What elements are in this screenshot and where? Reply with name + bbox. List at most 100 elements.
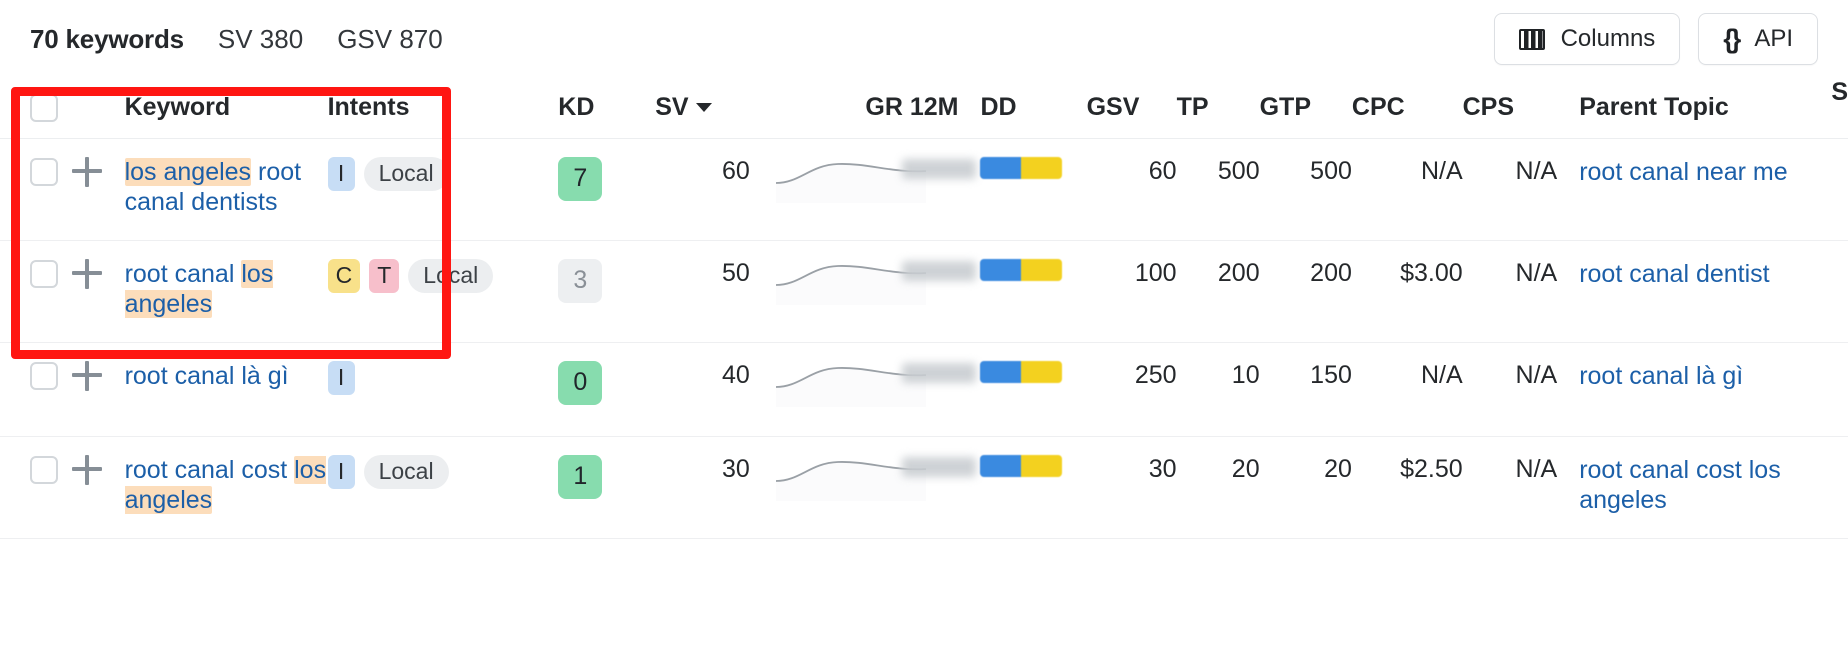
add-keyword-icon[interactable]: [71, 360, 102, 391]
add-keyword-icon[interactable]: [71, 454, 102, 485]
intent-chip-informational[interactable]: I: [327, 454, 355, 489]
header-dd[interactable]: DD: [980, 78, 1087, 139]
keyword-cell: los angeles root canal dentists: [124, 138, 328, 241]
intent-chip-local[interactable]: Local: [363, 156, 449, 191]
tp-cell: 10: [1176, 342, 1260, 437]
keyword-link[interactable]: los angeles root canal dentists: [124, 157, 301, 216]
gsv-summary: GSV 870: [337, 23, 443, 54]
intent-chip-informational[interactable]: I: [327, 156, 355, 191]
kd-badge: 1: [558, 454, 603, 499]
gr12m-blurred-value: [902, 456, 977, 477]
intent-chip-commercial[interactable]: C: [327, 258, 361, 293]
cpc-cell: N/A: [1351, 138, 1463, 241]
truncated-cell: [1801, 436, 1848, 539]
row-checkbox[interactable]: [30, 157, 58, 186]
header-gr12m[interactable]: GR 12M: [749, 78, 981, 139]
kd-cell: 1: [558, 436, 656, 539]
keywords-count: 70 keywords: [30, 23, 184, 54]
add-keyword-icon[interactable]: [71, 156, 102, 187]
keyword-link[interactable]: root canal cost los angeles: [124, 455, 327, 514]
table-toolbar: 70 keywords SV 380 GSV 870 Columns {} AP…: [0, 0, 1848, 78]
table-row[interactable]: root canal là gì I 0 40 250 10 150 N/A N/A root c…: [0, 342, 1848, 437]
api-button[interactable]: {} API: [1698, 13, 1818, 65]
cps-cell: N/A: [1462, 138, 1558, 241]
gr12m-blurred-value: [902, 362, 977, 383]
gsv-cell: 30: [1086, 436, 1177, 539]
parent-topic-link[interactable]: root canal cost los angeles: [1579, 456, 1781, 515]
header-truncated-label: S: [1831, 78, 1848, 106]
table-row[interactable]: root canal los angeles C T Local 3 50 100 200 20…: [0, 240, 1848, 343]
row-select-cell: [0, 436, 72, 539]
header-parent-topic[interactable]: Parent Topic: [1557, 78, 1802, 139]
keyword-link[interactable]: root canal là gì: [125, 362, 289, 390]
header-cpc[interactable]: CPC: [1351, 78, 1463, 139]
sv-cell: 60: [655, 138, 750, 241]
header-kd[interactable]: KD: [558, 78, 656, 139]
caret-down-icon: [695, 103, 712, 113]
gr12m-sparkline: [750, 455, 926, 501]
header-gsv[interactable]: GSV: [1086, 78, 1177, 139]
header-truncated: S: [1801, 78, 1848, 139]
header-intents[interactable]: Intents: [327, 78, 559, 139]
gr12m-sparkline: [750, 361, 926, 407]
header-tp[interactable]: TP: [1176, 78, 1260, 139]
table-body: los angeles root canal dentists I Local 7 60…: [0, 138, 1848, 539]
gtp-cell: 150: [1259, 342, 1352, 437]
toolbar-actions: Columns {} API: [1493, 13, 1818, 65]
parent-topic-link[interactable]: root canal near me: [1579, 158, 1787, 186]
keyword-cell: root canal cost los angeles: [124, 436, 328, 539]
tp-cell: 20: [1176, 436, 1260, 539]
intent-chip-transactional[interactable]: T: [369, 258, 400, 293]
truncated-cell: [1801, 138, 1848, 241]
gsv-cell: 100: [1086, 240, 1177, 343]
header-sv[interactable]: SV: [655, 78, 750, 139]
dd-bar-blue-segment: [980, 258, 1022, 281]
add-keyword-icon[interactable]: [71, 258, 102, 289]
intents-cell: I Local: [327, 138, 559, 241]
intent-chip-local[interactable]: Local: [363, 454, 449, 489]
parent-topic-link[interactable]: root canal là gì: [1579, 362, 1743, 390]
row-select-cell: [0, 342, 72, 437]
parent-topic-link[interactable]: root canal dentist: [1579, 260, 1769, 288]
intent-chip-group: I: [327, 360, 559, 395]
dd-bar: [980, 454, 1063, 477]
parent-topic-cell: root canal dentist: [1557, 240, 1802, 343]
table-row[interactable]: root canal cost los angeles I Local 1 30 30 20…: [0, 436, 1848, 539]
sv-cell: 30: [655, 436, 750, 539]
cps-cell: N/A: [1462, 240, 1558, 343]
gr12m-cell: [749, 240, 981, 343]
intent-chip-local[interactable]: Local: [408, 258, 494, 293]
select-all-checkbox[interactable]: [30, 93, 58, 122]
header-keyword[interactable]: Keyword: [124, 78, 328, 139]
row-expand-cell: [71, 342, 125, 437]
header-sv-label: SV: [655, 92, 689, 121]
dd-bar-blue-segment: [980, 454, 1022, 477]
sv-cell: 50: [655, 240, 750, 343]
gr12m-cell: [749, 138, 981, 241]
gtp-cell: 200: [1259, 240, 1352, 343]
header-gtp[interactable]: GTP: [1259, 78, 1352, 139]
dd-bar-yellow-segment: [1021, 454, 1063, 477]
keyword-link[interactable]: root canal los angeles: [124, 259, 274, 318]
row-select-cell: [0, 138, 72, 241]
row-checkbox[interactable]: [30, 455, 58, 484]
parent-topic-cell: root canal là gì: [1557, 342, 1802, 437]
header-cps[interactable]: CPS: [1462, 78, 1558, 139]
truncated-cell: [1801, 240, 1848, 343]
keyword-text: root canal là gì: [124, 361, 289, 390]
intent-chip-informational[interactable]: I: [327, 360, 355, 395]
gtp-cell: 500: [1259, 138, 1352, 241]
tp-cell: 200: [1176, 240, 1260, 343]
row-checkbox[interactable]: [30, 259, 58, 288]
dd-bar-yellow-segment: [1021, 156, 1063, 179]
table-row[interactable]: los angeles root canal dentists I Local 7 60…: [0, 138, 1848, 241]
dd-cell: [980, 138, 1087, 241]
dd-cell: [980, 436, 1087, 539]
intent-chip-group: I Local: [327, 454, 559, 489]
columns-button[interactable]: Columns: [1493, 13, 1681, 65]
cps-cell: N/A: [1462, 436, 1558, 539]
columns-icon: [1518, 28, 1545, 50]
kd-cell: 3: [558, 240, 656, 343]
intent-chip-group: C T Local: [327, 258, 559, 293]
row-checkbox[interactable]: [30, 361, 58, 390]
